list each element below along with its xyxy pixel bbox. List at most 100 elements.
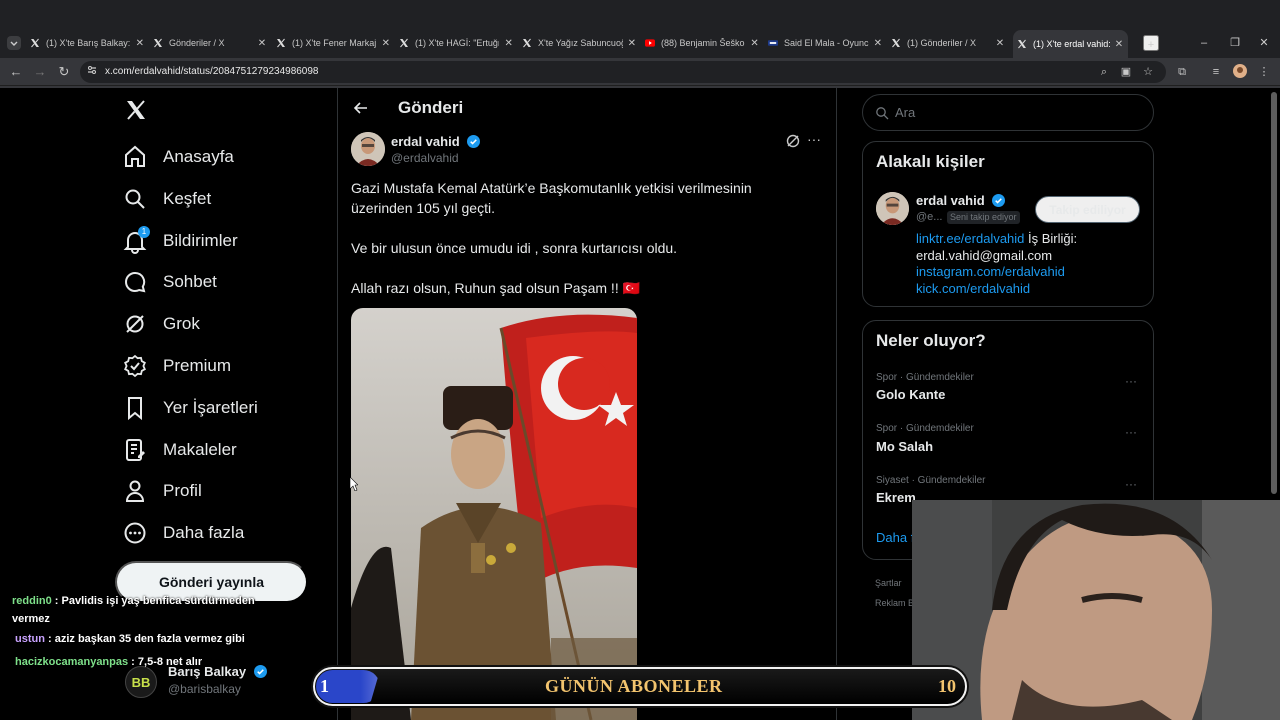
profile-icon	[122, 478, 148, 504]
trend-more-icon[interactable]: ···	[1125, 426, 1139, 438]
related-title: Alakalı kişiler	[876, 152, 985, 171]
trend-name[interactable]: Ekrem	[876, 490, 916, 505]
close-tab-icon[interactable]: ✕	[994, 38, 1006, 49]
nav-item-bell[interactable]: 1 Bildirimler	[122, 226, 238, 256]
minimize-button[interactable]: –	[1196, 35, 1212, 51]
scrollbar[interactable]	[1271, 92, 1277, 494]
close-tab-icon[interactable]: ✕	[381, 38, 391, 49]
back-arrow-icon[interactable]	[353, 100, 369, 116]
show-more-link[interactable]: Daha f	[876, 530, 914, 545]
subscribers-right-count: 10	[938, 676, 956, 696]
tab-search-button[interactable]	[6, 35, 22, 51]
nav-item-more-circle[interactable]: Daha fazla	[122, 518, 244, 548]
close-tab-icon[interactable]: ✕	[135, 38, 145, 49]
maximize-button[interactable]: ❐	[1227, 35, 1243, 51]
fm-icon	[768, 38, 778, 48]
browser-tab[interactable]: Gönderiler / X ✕	[153, 34, 268, 52]
cast-icon[interactable]: ▣	[1118, 64, 1134, 80]
close-tab-icon[interactable]: ✕	[873, 38, 883, 49]
browser-tab[interactable]: (1) Gönderiler / X ✕	[891, 34, 1006, 52]
grok-icon[interactable]	[785, 133, 801, 149]
nav-label: Daha fazla	[163, 523, 245, 542]
browser-menu-icon[interactable]: ⋮	[1256, 64, 1272, 80]
extensions-icon[interactable]: ⧉	[1174, 64, 1190, 80]
close-window-button[interactable]: ✕	[1256, 35, 1272, 51]
nav-item-home[interactable]: Anasayfa	[122, 142, 234, 172]
browser-tab[interactable]: (88) Benjamin Šeško… ✕	[645, 34, 760, 52]
author-avatar[interactable]	[351, 132, 385, 166]
related-name[interactable]: erdal vahid	[916, 193, 1006, 208]
x-logo-icon[interactable]	[124, 98, 148, 122]
related-handle: @e...	[916, 211, 943, 223]
bio-link[interactable]: linktr.ee/erdalvahid	[916, 231, 1024, 246]
trend-more-icon[interactable]: ···	[1125, 375, 1139, 387]
author-handle[interactable]: @erdalvahid	[391, 151, 459, 165]
close-tab-icon[interactable]: ✕	[256, 38, 268, 49]
browser-tab[interactable]: (1) X'te Fener Markaj: … ✕	[276, 34, 391, 52]
nav-label: Premium	[163, 356, 232, 375]
account-handle: @barisbalkay	[168, 682, 241, 696]
footer-link[interactable]: Şartlar	[875, 578, 902, 588]
avatar[interactable]	[876, 192, 909, 225]
browser-tab[interactable]: X'te Yağız Sabuncuoğ… ✕	[522, 34, 637, 52]
post-text-line: üzerinden 105 yıl geçti.	[351, 200, 495, 216]
close-tab-icon[interactable]: ✕	[627, 38, 637, 49]
nav-label: Grok	[163, 314, 200, 333]
close-tab-icon[interactable]: ✕	[1114, 39, 1124, 50]
search-box[interactable]: Ara	[862, 94, 1154, 131]
back-nav-button[interactable]: ←	[8, 64, 24, 80]
chat-icon	[122, 269, 148, 295]
nav-item-bookmark[interactable]: Yer İşaretleri	[122, 393, 258, 423]
bio-line: linktr.ee/erdalvahid İş Birliği:	[916, 231, 1078, 246]
profile-avatar-icon[interactable]	[1232, 64, 1248, 80]
nav-item-search[interactable]: Keşfet	[122, 184, 211, 214]
trend-name[interactable]: Golo Kante	[876, 387, 945, 402]
more-icon[interactable]: ···	[807, 132, 823, 149]
reload-button[interactable]: ↻	[56, 64, 72, 80]
article-icon	[122, 437, 148, 463]
trend-meta: Spor · Gündemdekiler	[876, 423, 974, 434]
x-icon	[522, 38, 532, 48]
reading-list-icon[interactable]: ≡	[1208, 64, 1224, 80]
trend-meta: Siyaset · Gündemdekiler	[876, 475, 986, 486]
nav-label: Bildirimler	[163, 231, 238, 250]
browser-tab[interactable]: (1) X'te HAGİ: "Ertuğr… ✕	[399, 34, 514, 52]
trend-name[interactable]: Mo Salah	[876, 439, 933, 454]
bell-icon: 1	[122, 226, 150, 254]
subscribers-left-count: 1	[320, 676, 329, 696]
home-icon	[122, 144, 148, 170]
chat-message-cont: vermez	[12, 613, 50, 625]
tab-title: Said El Mala - Oyuncu…	[784, 38, 869, 48]
browser-tab[interactable]: (1) X'te Barış Balkay: "… ✕	[30, 34, 145, 52]
bookmark-star-icon[interactable]: ☆	[1140, 64, 1156, 80]
nav-item-grok[interactable]: Grok	[122, 309, 200, 339]
tab-title: (88) Benjamin Šeško…	[661, 38, 746, 48]
forward-nav-button[interactable]: →	[32, 64, 48, 80]
search-icon	[876, 106, 889, 119]
browser-tab[interactable]: Said El Mala - Oyuncu… ✕	[768, 34, 883, 52]
bio-link[interactable]: instagram.com/erdalvahid	[916, 263, 1065, 280]
close-tab-icon[interactable]: ✕	[503, 38, 514, 49]
footer-link[interactable]: Reklam B	[875, 598, 914, 608]
nav-item-premium[interactable]: Premium	[122, 351, 231, 381]
close-tab-icon[interactable]: ✕	[749, 38, 760, 49]
site-info-icon[interactable]	[84, 64, 100, 80]
youtube-icon	[645, 38, 655, 48]
zoom-icon[interactable]: ⌕	[1096, 64, 1112, 80]
post-image[interactable]	[351, 308, 637, 720]
nav-item-article[interactable]: Makaleler	[122, 435, 237, 465]
trend-more-icon[interactable]: ···	[1125, 478, 1139, 490]
nav-item-chat[interactable]: Sohbet	[122, 267, 217, 297]
browser-tab[interactable]: (1) X'te erdal vahid: "… ✕	[1013, 30, 1128, 58]
chevron-down-icon	[7, 36, 21, 50]
new-tab-button[interactable]: +	[1143, 35, 1159, 51]
webcam-overlay	[912, 500, 1280, 720]
nav-label: Sohbet	[163, 272, 217, 291]
nav-item-profile[interactable]: Profil	[122, 476, 202, 506]
nav-label: Keşfet	[163, 189, 212, 208]
follows-you-badge: Seni takip ediyor	[947, 211, 1020, 224]
following-button[interactable]: Takip ediliyor	[1035, 196, 1140, 223]
nav-label: Yer İşaretleri	[163, 398, 258, 417]
author-name[interactable]: erdal vahid	[391, 134, 481, 149]
bio-link[interactable]: kick.com/erdalvahid	[916, 280, 1030, 297]
